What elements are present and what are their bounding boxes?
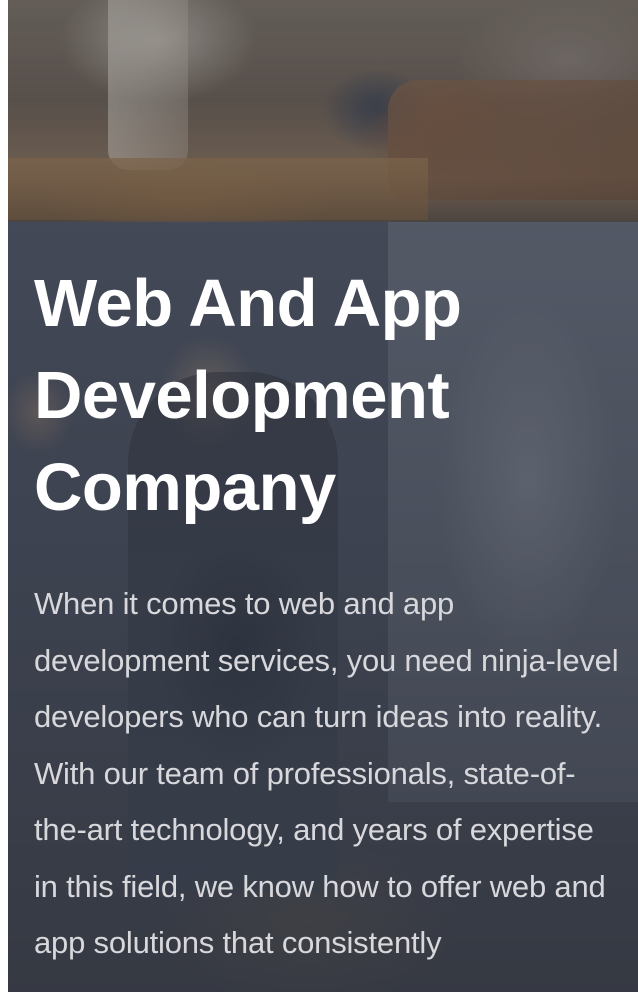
- hero-title: Web And App Development Company: [34, 266, 462, 525]
- office-lounge-photo: [8, 0, 638, 222]
- hero-description: When it comes to web and app development…: [34, 586, 619, 960]
- photo-shade: [8, 0, 638, 222]
- page-frame: Web And App Development Company When it …: [0, 0, 638, 992]
